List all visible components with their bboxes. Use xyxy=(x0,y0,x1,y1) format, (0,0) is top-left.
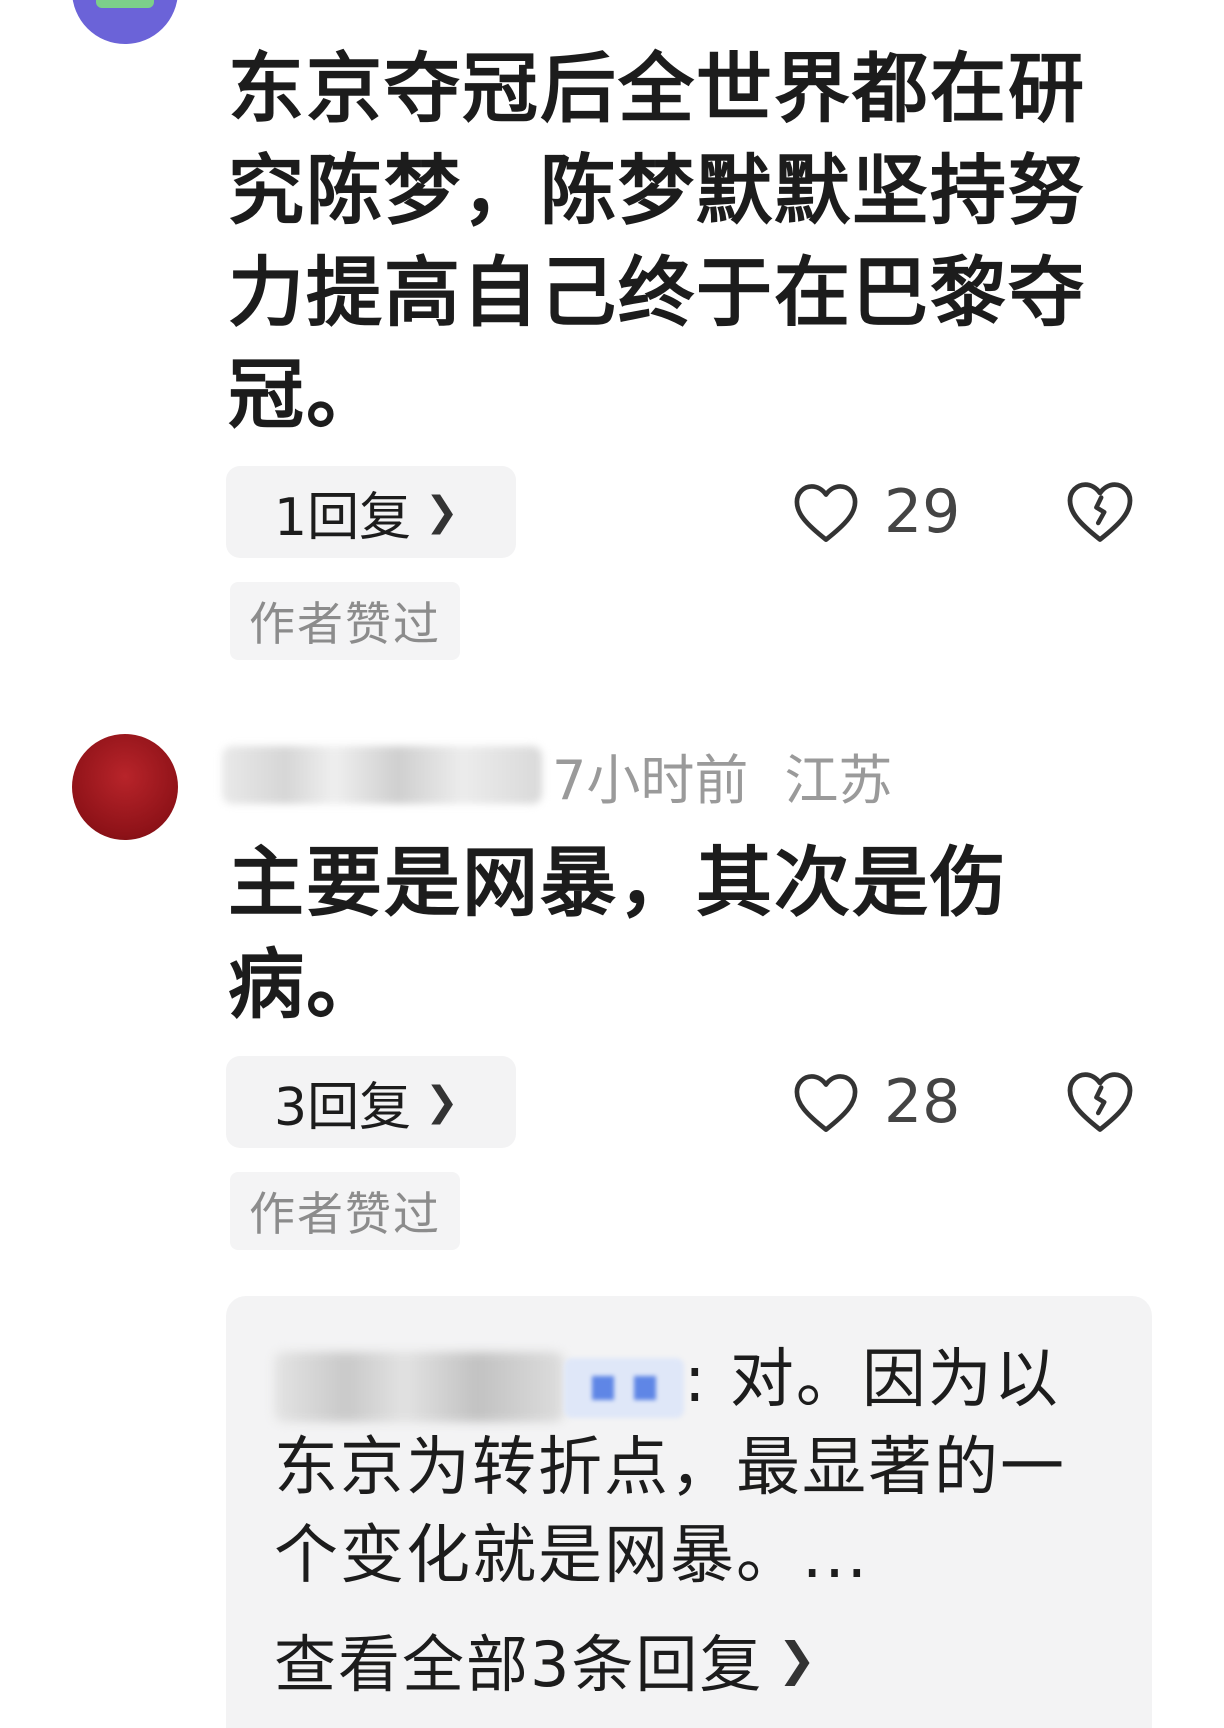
reply-preview[interactable]: : 对。因为以东京为转折点，最显著的一个变化就是网暴。... 查看全部3条回复 … xyxy=(226,1296,1152,1728)
comment-text: 主要是网暴，其次是伤病。 xyxy=(228,838,1008,1029)
author-liked-badge: 作者赞过 xyxy=(230,1172,460,1250)
commenter-avatar[interactable] xyxy=(72,734,178,840)
replies-button[interactable]: 1回复 ❯ xyxy=(226,466,516,558)
broken-heart-icon[interactable] xyxy=(1064,478,1136,544)
comment-meta: 7小时前 江苏 xyxy=(222,740,892,812)
username-blur xyxy=(274,1352,564,1423)
avatar-graphic xyxy=(80,782,170,791)
chevron-right-icon: ❯ xyxy=(425,489,459,535)
comment-text: 东京夺冠后全世界都在研究陈梦，陈梦默默坚持努力提高自己终于在巴黎夺冠。 xyxy=(228,44,1086,439)
view-all-replies-link[interactable]: 查看全部3条回复 ❯ xyxy=(274,1614,818,1704)
like-count: 28 xyxy=(884,1067,961,1137)
heart-outline-icon xyxy=(794,1074,858,1132)
avatar-graphic xyxy=(96,0,154,8)
like-button[interactable]: 29 xyxy=(790,466,960,558)
like-count: 29 xyxy=(884,477,961,547)
broken-heart-icon[interactable] xyxy=(1064,1068,1136,1134)
chevron-right-icon: ❯ xyxy=(777,1632,818,1686)
replies-count-label: 3回复 xyxy=(274,1077,412,1138)
chevron-right-icon: ❯ xyxy=(425,1079,459,1125)
replies-count-label: 1回复 xyxy=(274,487,412,548)
username-blurred[interactable] xyxy=(222,746,542,804)
commenter-avatar[interactable] xyxy=(72,0,178,44)
reply-preview-line: : 对。因为以东京为转折点，最显著的一个变化就是网暴。... xyxy=(274,1336,1114,1600)
reply-username-blurred[interactable] xyxy=(274,1348,684,1423)
comment-time: 7小时前 xyxy=(552,748,749,812)
comment-location: 江苏 xyxy=(784,748,893,812)
author-tag-blurred xyxy=(564,1358,684,1419)
view-all-replies-label: 查看全部3条回复 xyxy=(274,1628,764,1701)
like-button[interactable]: 28 xyxy=(790,1056,960,1148)
author-liked-badge: 作者赞过 xyxy=(230,582,460,660)
replies-button[interactable]: 3回复 ❯ xyxy=(226,1056,516,1148)
heart-outline-icon xyxy=(794,484,858,542)
comment-list: 东京夺冠后全世界都在研究陈梦，陈梦默默坚持努力提高自己终于在巴黎夺冠。 1回复 … xyxy=(0,0,1224,1728)
